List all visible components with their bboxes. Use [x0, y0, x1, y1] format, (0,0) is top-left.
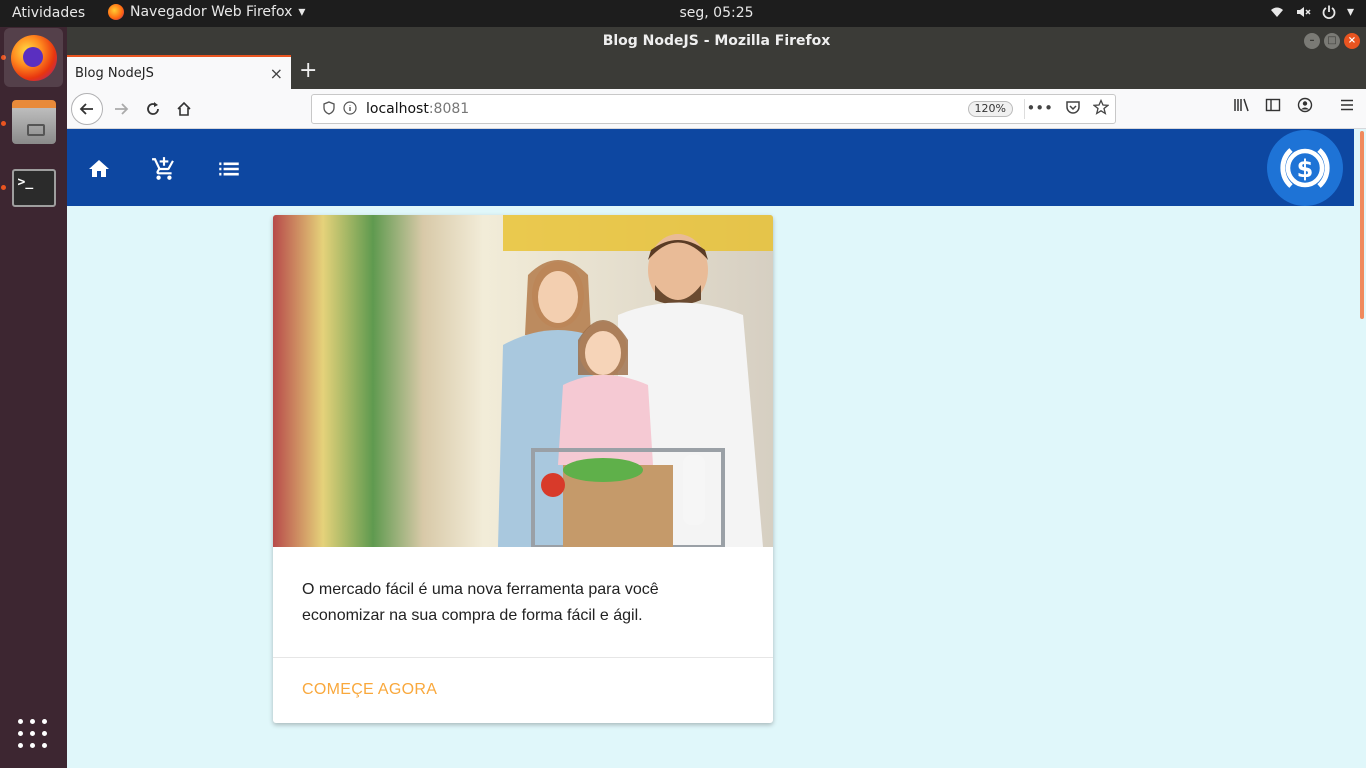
- zoom-indicator[interactable]: 120%: [967, 101, 1013, 117]
- hamburger-menu-icon[interactable]: [1339, 97, 1355, 117]
- dock-files[interactable]: [4, 92, 63, 151]
- url-bar[interactable]: localhost :8081 120% •••: [311, 94, 1116, 124]
- card-description: O mercado fácil é uma nova ferramenta pa…: [302, 581, 659, 624]
- url-host: localhost: [366, 101, 429, 117]
- home-button[interactable]: [168, 93, 200, 125]
- add-shopping-cart-icon: [152, 157, 174, 180]
- dollar-coin-logo[interactable]: $: [1267, 130, 1343, 206]
- navigation-toolbar: localhost :8081 120% •••: [67, 89, 1366, 129]
- scrollbar-thumb[interactable]: [1360, 131, 1364, 319]
- window-title: Blog NodeJS - Mozilla Firefox: [602, 33, 831, 49]
- start-now-button[interactable]: COMEÇE AGORA: [302, 681, 437, 699]
- terminal-icon: >_: [11, 168, 56, 207]
- back-button[interactable]: [71, 93, 103, 125]
- sidebar-icon[interactable]: [1265, 97, 1281, 117]
- volume-muted-icon: [1295, 4, 1311, 24]
- dock-firefox[interactable]: [4, 28, 63, 87]
- home-icon: [177, 101, 191, 116]
- page-viewport: $ O mercado fácil é uma nova ferramenta …: [67, 129, 1366, 768]
- dock: >_: [0, 27, 67, 768]
- arrow-left-icon: [79, 103, 93, 115]
- tab-close-icon[interactable]: ×: [270, 64, 283, 83]
- window-titlebar[interactable]: Blog NodeJS - Mozilla Firefox – □ ×: [67, 27, 1366, 55]
- chevron-down-icon: ▾: [1346, 4, 1354, 20]
- forward-button[interactable]: [105, 93, 137, 125]
- new-tab-button[interactable]: +: [299, 59, 317, 83]
- tab-blog-nodejs[interactable]: Blog NodeJS ×: [67, 55, 291, 89]
- dock-terminal[interactable]: >_: [4, 158, 63, 217]
- page-actions-button[interactable]: •••: [1026, 99, 1053, 117]
- site-info-icon[interactable]: [340, 100, 360, 118]
- arrow-right-icon: [115, 103, 129, 115]
- page-scrollbar[interactable]: [1354, 129, 1366, 768]
- wifi-icon: [1269, 4, 1285, 24]
- bookmark-star-icon[interactable]: [1092, 98, 1110, 119]
- window-controls: – □ ×: [1304, 33, 1360, 49]
- firefox-icon: [10, 34, 57, 81]
- divider: [1024, 99, 1025, 119]
- pocket-icon[interactable]: [1065, 99, 1081, 119]
- svg-text:$: $: [1297, 155, 1314, 183]
- tracking-protection-icon[interactable]: [318, 100, 340, 118]
- gnome-top-bar: Atividades Navegador Web Firefox ▾ seg, …: [0, 0, 1366, 27]
- list-nav-button[interactable]: [209, 149, 249, 189]
- family-supermarket-photo: [273, 215, 773, 547]
- library-icon[interactable]: [1233, 97, 1251, 117]
- divider: [273, 657, 773, 658]
- dollar-coin-icon: $: [1280, 148, 1330, 188]
- tab-bar: Blog NodeJS × +: [67, 55, 1366, 89]
- tab-title: Blog NodeJS: [75, 65, 154, 81]
- url-port: :8081: [428, 101, 470, 117]
- clock[interactable]: seg, 05:25: [0, 5, 1366, 21]
- system-tray[interactable]: ▾: [1269, 4, 1354, 24]
- close-icon[interactable]: ×: [1344, 33, 1360, 49]
- add-cart-nav-button[interactable]: [144, 149, 184, 189]
- power-icon: [1321, 4, 1337, 24]
- minimize-icon[interactable]: –: [1304, 33, 1320, 49]
- maximize-icon[interactable]: □: [1324, 33, 1340, 49]
- home-nav-button[interactable]: [79, 149, 119, 189]
- account-icon[interactable]: [1297, 97, 1313, 117]
- app-bar: $: [67, 129, 1354, 206]
- home-icon: [89, 160, 109, 177]
- list-icon: [219, 162, 239, 176]
- reload-button[interactable]: [137, 93, 169, 125]
- files-icon: [11, 99, 56, 144]
- reload-icon: [147, 102, 159, 115]
- show-applications-icon[interactable]: [18, 719, 48, 749]
- firefox-window: Blog NodeJS - Mozilla Firefox – □ × Blog…: [67, 27, 1366, 768]
- intro-card: O mercado fácil é uma nova ferramenta pa…: [273, 215, 773, 723]
